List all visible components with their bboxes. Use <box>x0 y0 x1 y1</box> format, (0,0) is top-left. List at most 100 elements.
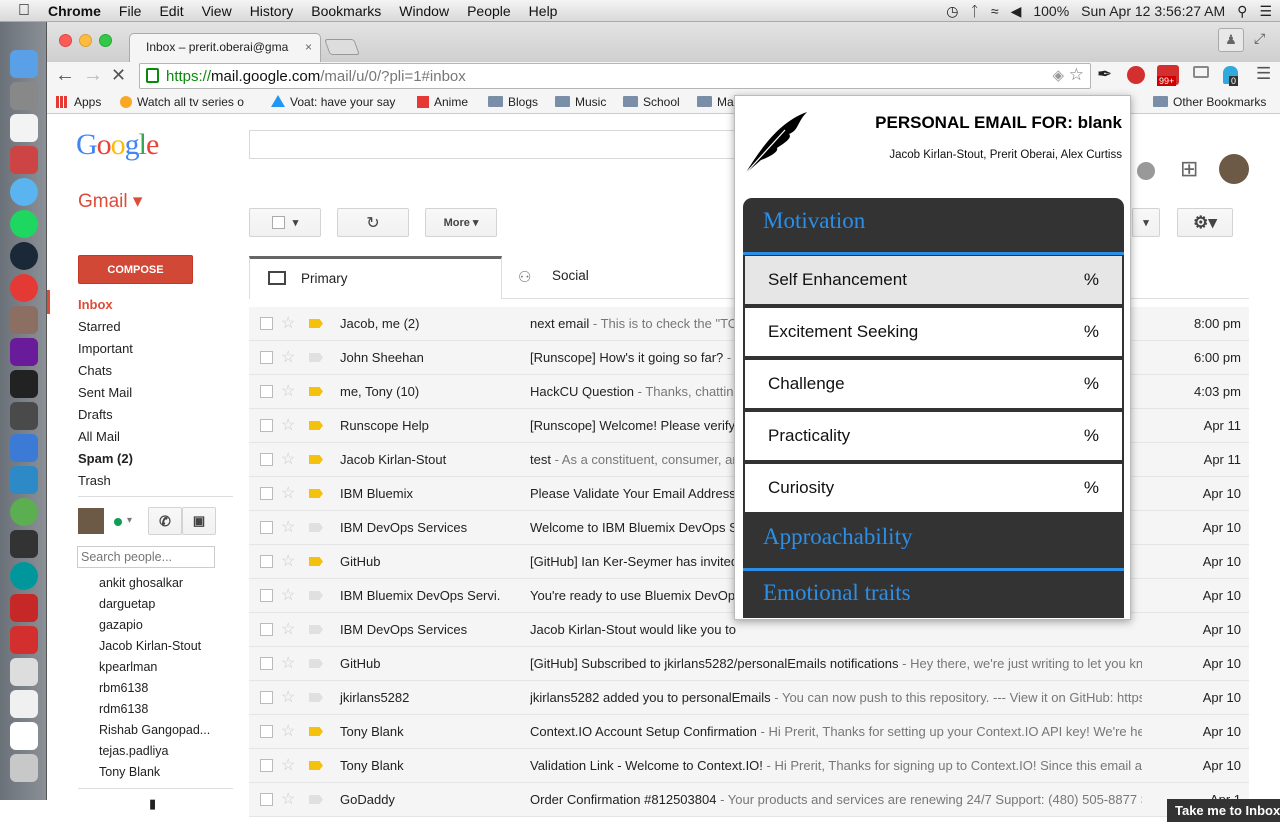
time-machine-icon[interactable]: ◷ <box>946 3 958 20</box>
nav-starred[interactable]: Starred <box>78 319 121 334</box>
finder-icon[interactable] <box>10 50 38 78</box>
bookmark-apps[interactable]: Apps <box>56 95 101 109</box>
row-checkbox[interactable] <box>260 555 273 568</box>
close-window-button[interactable] <box>59 34 72 47</box>
browser-tab[interactable]: Inbox – prerit.oberai@gma × <box>129 33 321 62</box>
row-checkbox[interactable] <box>260 419 273 432</box>
xcode-icon[interactable] <box>10 434 38 462</box>
email-row[interactable]: ☆ GitHub [GitHub] Subscribed to jkirlans52… <box>249 647 1249 681</box>
star-icon[interactable]: ☆ <box>281 517 295 537</box>
star-icon[interactable]: ☆ <box>281 313 295 333</box>
section-approachability[interactable]: Approachability <box>743 524 1124 550</box>
important-marker-icon[interactable] <box>309 523 323 532</box>
contact-item[interactable]: Tony Blank <box>99 765 160 779</box>
row-checkbox[interactable] <box>260 759 273 772</box>
address-bar[interactable]: https://mail.google.com/mail/u/0/?pli=1#… <box>139 63 1091 89</box>
wifi-icon[interactable]: ≈ <box>991 3 999 19</box>
bookmark-school[interactable]: School <box>623 95 680 109</box>
star-icon[interactable]: ☆ <box>281 483 295 503</box>
star-icon[interactable]: ☆ <box>281 585 295 605</box>
app-menu[interactable]: Chrome <box>39 3 110 19</box>
important-marker-icon[interactable] <box>309 591 323 600</box>
contact-item[interactable]: gazapio <box>99 618 143 632</box>
nav-all-mail[interactable]: All Mail <box>78 429 120 444</box>
trait-row[interactable]: Curiosity% <box>745 464 1122 514</box>
forward-icon[interactable]: → <box>83 64 103 87</box>
status-dot-icon[interactable] <box>114 518 122 526</box>
github-icon[interactable] <box>10 338 38 366</box>
bookmark-anime[interactable]: Anime <box>417 95 468 109</box>
refresh-button[interactable]: ↻ <box>337 208 409 237</box>
email-row[interactable]: ☆ Tony Blank Validation Link - Welcome to … <box>249 749 1249 783</box>
contact-item[interactable]: kpearlman <box>99 660 157 674</box>
stop-icon[interactable]: ✕ <box>111 65 126 86</box>
star-icon[interactable]: ☆ <box>281 449 295 469</box>
spotlight-icon[interactable]: ⚲ <box>1237 3 1247 20</box>
settings-button[interactable]: ⚙▾ <box>1177 208 1233 237</box>
cast-icon[interactable] <box>1193 66 1209 78</box>
menu-edit[interactable]: Edit <box>150 3 192 19</box>
gimp-icon[interactable] <box>10 306 38 334</box>
spotify-icon[interactable] <box>10 210 38 238</box>
bookmark-star-icon[interactable]: ☆ <box>1069 65 1084 85</box>
sublime-icon[interactable] <box>10 402 38 430</box>
chrome-menu-icon[interactable]: ☰ <box>1256 64 1271 84</box>
zoom-window-button[interactable] <box>99 34 112 47</box>
quill-extension-icon[interactable]: ✒ <box>1097 64 1112 85</box>
quill-app-icon[interactable] <box>10 722 38 750</box>
trash-icon[interactable] <box>10 754 38 782</box>
menu-window[interactable]: Window <box>390 3 458 19</box>
more-button[interactable]: More ▾ <box>425 208 497 237</box>
take-me-to-inbox-toast[interactable]: Take me to Inbox ✕ <box>1167 799 1280 822</box>
notifications-icon[interactable] <box>1137 162 1155 180</box>
important-marker-icon[interactable] <box>309 625 323 634</box>
system-preferences-icon[interactable] <box>10 82 38 110</box>
menu-history[interactable]: History <box>241 3 303 19</box>
important-marker-icon[interactable] <box>309 557 323 566</box>
star-icon[interactable]: ☆ <box>281 551 295 571</box>
nav-spam[interactable]: Spam (2) <box>78 451 133 466</box>
contact-item[interactable]: Jacob Kirlan-Stout <box>99 639 201 653</box>
back-icon[interactable]: ← <box>55 64 75 87</box>
row-checkbox[interactable] <box>260 521 273 534</box>
trait-row[interactable]: Challenge% <box>745 360 1122 410</box>
apple-icon[interactable]:  <box>0 2 39 20</box>
avatar[interactable] <box>1219 154 1249 184</box>
bluetooth-icon[interactable]: ᛏ <box>970 3 978 19</box>
menu-file[interactable]: File <box>110 3 151 19</box>
terminal-icon[interactable] <box>10 370 38 398</box>
phone-call-button[interactable]: ✆ <box>148 507 182 535</box>
clock[interactable]: Sun Apr 12 3:56:27 AM <box>1081 3 1225 19</box>
section-emotional-traits[interactable]: Emotional traits <box>743 580 1124 606</box>
textedit-icon[interactable] <box>10 690 38 718</box>
menu-bookmarks[interactable]: Bookmarks <box>302 3 390 19</box>
star-icon[interactable]: ☆ <box>281 721 295 741</box>
other-bookmarks[interactable]: Other Bookmarks <box>1153 95 1266 109</box>
star-icon[interactable]: ☆ <box>281 619 295 639</box>
bookmark-ma[interactable]: Ma <box>697 95 734 109</box>
row-checkbox[interactable] <box>260 691 273 704</box>
close-tab-icon[interactable]: × <box>305 40 312 54</box>
google-logo[interactable]: Google <box>76 128 159 162</box>
row-checkbox[interactable] <box>260 351 273 364</box>
star-icon[interactable]: ☆ <box>281 653 295 673</box>
row-checkbox[interactable] <box>260 385 273 398</box>
tab-social[interactable]: ⚇ Social <box>502 256 742 299</box>
star-icon[interactable]: ☆ <box>281 381 295 401</box>
video-call-button[interactable]: ▣ <box>182 507 216 535</box>
page-action-icon[interactable]: ◈ <box>1052 66 1064 84</box>
sync-icon[interactable] <box>10 594 38 622</box>
trait-row[interactable]: Self Enhancement% <box>745 256 1122 306</box>
gmail-label[interactable]: Gmail ▾ <box>78 190 142 213</box>
unity-icon[interactable] <box>10 530 38 558</box>
trait-row[interactable]: Excitement Seeking% <box>745 308 1122 358</box>
menu-help[interactable]: Help <box>520 3 567 19</box>
compose-button[interactable]: COMPOSE <box>78 255 193 284</box>
star-icon[interactable]: ☆ <box>281 347 295 367</box>
app-icon[interactable] <box>10 626 38 654</box>
preview-icon[interactable] <box>10 658 38 686</box>
select-checkbox-button[interactable]: ▾ <box>249 208 321 237</box>
extension-power-icon[interactable] <box>1127 66 1145 84</box>
important-marker-icon[interactable] <box>309 489 323 498</box>
row-checkbox[interactable] <box>260 317 273 330</box>
